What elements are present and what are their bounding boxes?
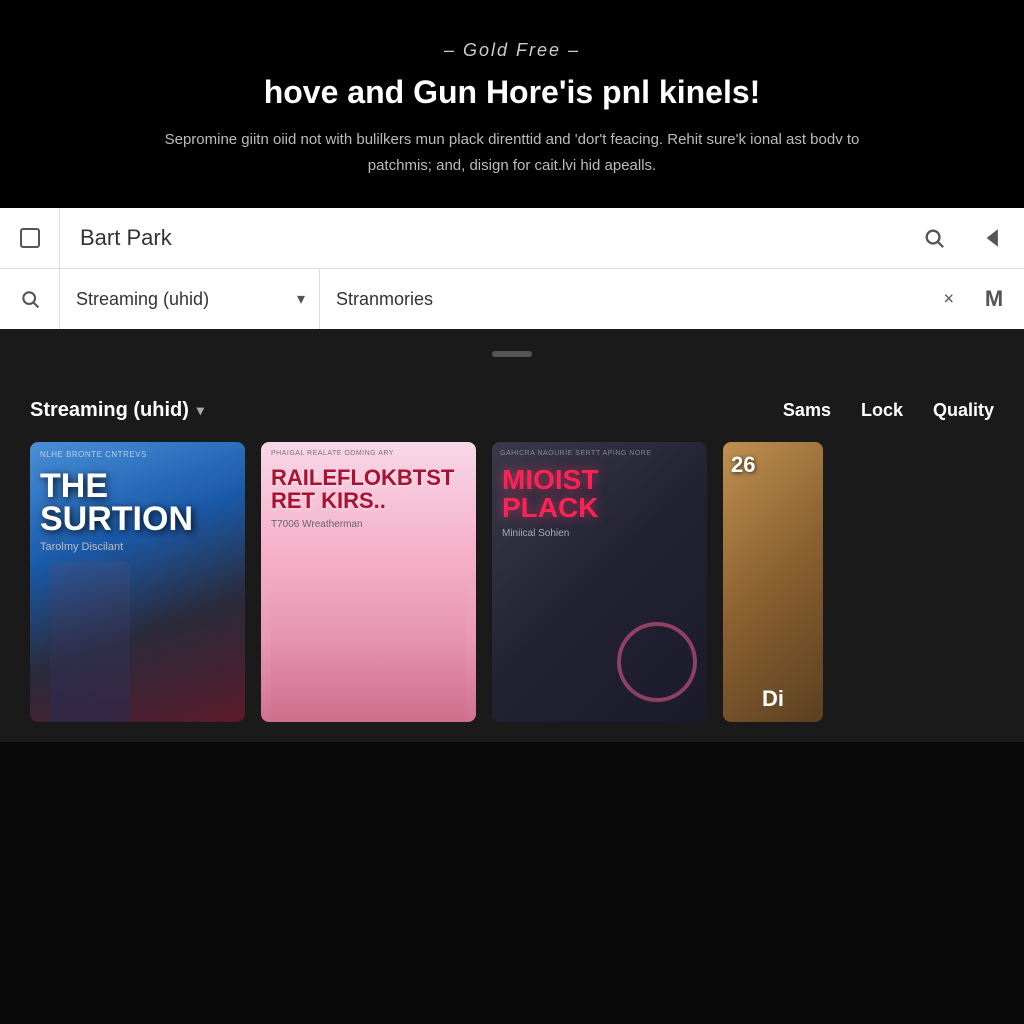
search-row-1 (0, 208, 1024, 269)
search-area: Streaming (uhid) Option 2 Option 3 ▾ × M (0, 208, 1024, 329)
movie-card-1[interactable]: NLHE BRONTE CNTREVS THESURTION Tarolmy D… (30, 442, 245, 722)
filter-input-wrapper: × (320, 269, 964, 329)
category-dropdown[interactable]: Streaming (uhid) Option 2 Option 3 (60, 269, 319, 329)
clear-button[interactable]: × (943, 289, 954, 310)
tab-quality[interactable]: Quality (933, 400, 994, 421)
scroll-indicator (492, 351, 532, 357)
back-button[interactable] (964, 208, 1024, 268)
nav-tabs: Sams Lock Quality (783, 400, 994, 421)
movie-card-4[interactable]: 26 Di (723, 442, 823, 722)
card3-top-text: GAHICRA NAOURIE SERTT APING NORE (500, 450, 652, 457)
tab-lock[interactable]: Lock (861, 400, 903, 421)
hero-description: Sepromine giitn oiid not with bulilkers … (162, 127, 862, 178)
dropdown-wrapper: Streaming (uhid) Option 2 Option 3 ▾ (60, 269, 320, 329)
card2-top-text: PHAIGAL REALATE ODMING ARY (271, 450, 394, 457)
card1-title: THESURTION Tarolmy Discilant (40, 470, 235, 553)
card3-title: MIOISTPLACK Miniical Sohien (502, 466, 697, 539)
streaming-label[interactable]: Streaming (uhid) ▾ (30, 399, 783, 422)
tab-sams[interactable]: Sams (783, 400, 831, 421)
streaming-text: Streaming (uhid) (30, 399, 189, 422)
divider-area (0, 329, 1024, 379)
hero-section: – Gold Free – hove and Gun Hore'is pnl k… (0, 0, 1024, 208)
search-button[interactable] (904, 208, 964, 268)
card4-number: 26 (731, 452, 755, 478)
movie-card-2[interactable]: PHAIGAL REALATE ODMING ARY RAILEFLOKBTST… (261, 442, 476, 722)
movies-grid: NLHE BRONTE CNTREVS THESURTION Tarolmy D… (30, 442, 1024, 742)
card1-top-text: NLHE BRONTE CNTREVS (40, 450, 147, 459)
movie-card-3[interactable]: GAHICRA NAOURIE SERTT APING NORE MIOISTP… (492, 442, 707, 722)
content-header: Streaming (uhid) ▾ Sams Lock Quality (30, 379, 1024, 442)
hero-subtitle: – Gold Free – (80, 40, 944, 61)
search-icon-small[interactable] (0, 269, 60, 329)
search-row-2: Streaming (uhid) Option 2 Option 3 ▾ × M (0, 269, 1024, 329)
hero-title: hove and Gun Hore'is pnl kinels! (80, 73, 944, 111)
card2-title: RAILEFLOKBTSTRET KIRS.. T7006 Wreatherma… (271, 466, 466, 529)
chevron-down-icon: ▾ (197, 402, 204, 419)
content-area: Streaming (uhid) ▾ Sams Lock Quality NLH… (0, 379, 1024, 742)
menu-icon: M (985, 286, 1003, 312)
main-search-input[interactable] (60, 208, 904, 268)
box-icon[interactable] (0, 208, 60, 268)
menu-button[interactable]: M (964, 269, 1024, 329)
filter-input[interactable] (320, 269, 964, 329)
card4-title: Di (727, 686, 819, 712)
